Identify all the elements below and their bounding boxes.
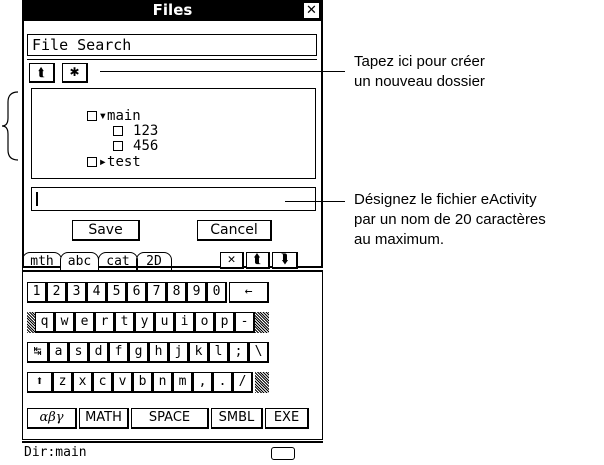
- key-x[interactable]: x: [73, 372, 93, 393]
- key-u[interactable]: u: [155, 312, 175, 333]
- key-y[interactable]: y: [135, 312, 155, 333]
- new-folder-icon[interactable]: ✱: [62, 63, 88, 83]
- key-n[interactable]: n: [153, 372, 173, 393]
- key-6[interactable]: 6: [127, 282, 147, 303]
- key-4[interactable]: 4: [87, 282, 107, 303]
- key-1[interactable]: 1: [27, 282, 47, 303]
- backspace-key[interactable]: ←: [229, 282, 269, 303]
- keyboard-down-icon[interactable]: ⮯: [272, 252, 298, 269]
- collapsed-arrow-icon[interactable]: ▸: [99, 154, 107, 170]
- key-period[interactable]: .: [213, 372, 233, 393]
- key-k[interactable]: k: [189, 342, 209, 363]
- key-minus[interactable]: -: [235, 312, 255, 333]
- key-backslash[interactable]: \: [249, 342, 269, 363]
- key-t[interactable]: t: [115, 312, 135, 333]
- math-key[interactable]: MATH: [79, 408, 129, 429]
- tab-cat[interactable]: cat: [98, 252, 138, 270]
- callout-new-folder: Tapez ici pour créer un nouveau dossier: [354, 52, 485, 92]
- save-button[interactable]: Save: [72, 220, 140, 241]
- key-h[interactable]: h: [149, 342, 169, 363]
- callout-line-1: Tapez ici pour créer: [354, 53, 485, 70]
- key-b[interactable]: b: [133, 372, 153, 393]
- file-tree: ▾main 123 456 ▸test: [31, 88, 316, 179]
- key-r[interactable]: r: [95, 312, 115, 333]
- greek-key[interactable]: αβγ: [27, 408, 77, 429]
- callout-line-3: au maximum.: [354, 231, 445, 248]
- tree-item-label: test: [107, 154, 141, 170]
- key-9[interactable]: 9: [187, 282, 207, 303]
- checkbox[interactable]: [86, 157, 97, 167]
- filename-input[interactable]: [31, 187, 316, 211]
- key-f[interactable]: f: [109, 342, 129, 363]
- tab-key[interactable]: ↹: [27, 342, 49, 363]
- callout-line-2: un nouveau dossier: [354, 73, 485, 90]
- space-key[interactable]: SPACE: [131, 408, 209, 429]
- cancel-button[interactable]: Cancel: [197, 220, 272, 241]
- key-j[interactable]: j: [169, 342, 189, 363]
- key-p[interactable]: p: [215, 312, 235, 333]
- window-title: Files: [152, 1, 193, 19]
- tab-abc[interactable]: abc: [60, 252, 99, 270]
- key-0[interactable]: 0: [207, 282, 227, 303]
- shift-key[interactable]: ⬆: [27, 372, 53, 393]
- calculator-screen: Files ✕ File Search ⮬ ✱ ▾main 123 456 ▸t…: [22, 0, 323, 465]
- key-a[interactable]: a: [49, 342, 69, 363]
- window-title-bar: Files ✕: [22, 0, 323, 21]
- tab-mth[interactable]: mth: [22, 252, 62, 270]
- key-i[interactable]: i: [175, 312, 195, 333]
- symbol-key[interactable]: SMBL: [211, 408, 263, 429]
- tree-item-test[interactable]: ▸test: [36, 141, 141, 183]
- key-m[interactable]: m: [173, 372, 193, 393]
- keyboard-padding: [255, 372, 269, 393]
- key-e[interactable]: e: [75, 312, 95, 333]
- key-7[interactable]: 7: [147, 282, 167, 303]
- tab-2d[interactable]: 2D: [136, 252, 172, 270]
- key-w[interactable]: w: [55, 312, 75, 333]
- keyboard-up-icon[interactable]: ⮬: [246, 252, 270, 269]
- keyboard-tabs: mth abc cat 2D ✕ ⮬ ⮯: [22, 252, 323, 270]
- keyboard-close-icon[interactable]: ✕: [220, 252, 244, 269]
- brace-icon: [1, 91, 19, 161]
- callout-line-2: par un nom de 20 caractères: [354, 211, 546, 228]
- folder-up-icon[interactable]: ⮬: [29, 63, 55, 83]
- key-l[interactable]: l: [209, 342, 229, 363]
- key-q[interactable]: q: [35, 312, 55, 333]
- key-c[interactable]: c: [93, 372, 113, 393]
- exe-key[interactable]: EXE: [265, 408, 309, 429]
- key-2[interactable]: 2: [47, 282, 67, 303]
- current-directory: Dir:main: [24, 445, 87, 460]
- keyboard-padding: [255, 312, 269, 333]
- key-g[interactable]: g: [129, 342, 149, 363]
- status-bar: Dir:main: [22, 441, 323, 463]
- key-d[interactable]: d: [89, 342, 109, 363]
- close-icon[interactable]: ✕: [304, 3, 319, 18]
- toolbar-divider: [27, 59, 317, 60]
- key-s[interactable]: s: [69, 342, 89, 363]
- key-3[interactable]: 3: [67, 282, 87, 303]
- keyboard-padding: [27, 312, 35, 333]
- key-comma[interactable]: ,: [193, 372, 213, 393]
- file-search-menu[interactable]: File Search: [27, 34, 317, 56]
- soft-keyboard: 1 2 3 4 5 6 7 8 9 0 ← q w e r t y u i o …: [22, 270, 323, 440]
- key-8[interactable]: 8: [167, 282, 187, 303]
- battery-icon: [271, 447, 295, 460]
- callout-filename: Désignez le fichier eActivity par un nom…: [354, 190, 546, 250]
- callout-line-filename: [285, 201, 345, 202]
- key-5[interactable]: 5: [107, 282, 127, 303]
- callout-line-1: Désignez le fichier eActivity: [354, 191, 537, 208]
- key-v[interactable]: v: [113, 372, 133, 393]
- key-z[interactable]: z: [53, 372, 73, 393]
- key-o[interactable]: o: [195, 312, 215, 333]
- key-semicolon[interactable]: ;: [229, 342, 249, 363]
- key-slash[interactable]: /: [233, 372, 253, 393]
- callout-line-new-folder: [100, 71, 345, 72]
- text-cursor: [36, 192, 38, 206]
